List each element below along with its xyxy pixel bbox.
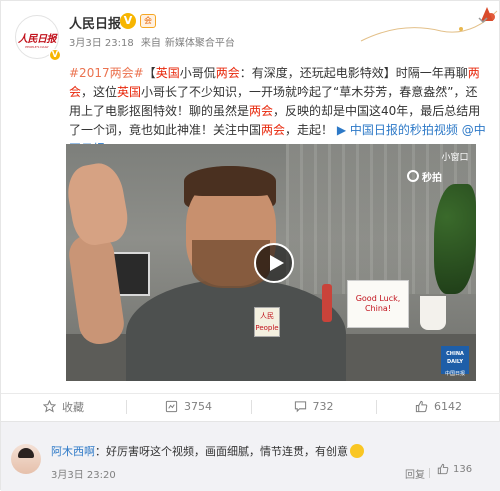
repost-button[interactable]: 3754 (126, 394, 251, 419)
video-player[interactable]: 人民 People Good Luck, China! 小窗口 秒拍 CHINA… (66, 144, 476, 381)
comment-like-count: 136 (453, 463, 473, 475)
person-body (126, 279, 346, 381)
keyword-uk: 英国 (117, 85, 142, 99)
comment-body: 阿木西啊：好厉害呀这个视频，画面细腻，情节连贯，有创意 (51, 443, 364, 459)
post-meta: 3月3日 23:18 来自 新媒体聚合平台 (69, 34, 239, 49)
reply-button[interactable]: 回复 (405, 466, 425, 481)
favorite-button[interactable]: 收藏 (1, 394, 126, 419)
comment-time: 3月3日 23:20 (51, 470, 116, 481)
video-link[interactable]: ▶ 中国日报的秒拍视频 (337, 123, 458, 137)
miaopai-ring-icon (407, 170, 419, 182)
favorite-label: 收藏 (62, 400, 84, 414)
commenter-avatar[interactable] (11, 444, 41, 474)
thumbs-up-icon (415, 400, 428, 413)
title-bracket: 【 (143, 66, 156, 80)
verified-v-icon[interactable]: V (120, 13, 136, 29)
hashtag-end: # (133, 66, 144, 80)
smile-emoji-icon (350, 444, 364, 458)
hashtag-highlight: 两会 (109, 66, 134, 80)
repost-count: 3754 (184, 400, 212, 413)
avatar-logo-text: 人民日报 (18, 33, 57, 45)
post-date[interactable]: 3月3日 23:18 (69, 38, 134, 49)
chevron-down-icon[interactable] (478, 15, 488, 25)
comment-section: 阿木西啊：好厉害呀这个视频，画面细腻，情节连贯，有创意 3月3日 23:20 回… (1, 421, 500, 491)
text-segment: ，这位 (81, 85, 118, 99)
verified-badge-icon: V (49, 49, 61, 61)
divider (429, 468, 430, 478)
author-name[interactable]: 人民日报 (69, 13, 121, 32)
repost-icon (165, 400, 178, 413)
text-segment: ，走起！ (285, 123, 334, 137)
play-button[interactable] (254, 243, 294, 283)
festive-corner-decoration (360, 7, 498, 42)
comment-like-button[interactable]: 136 (437, 463, 472, 475)
plant-image (434, 184, 476, 294)
member-level-icon[interactable]: 会 (140, 14, 156, 28)
post-source[interactable]: 新媒体聚合平台 (165, 38, 235, 49)
video-link-label: 中国日报的秒拍视频 (349, 123, 458, 137)
hashtag-part: #2017 (69, 66, 110, 80)
comment-icon (294, 401, 306, 413)
post-source-prefix: 来自 (140, 38, 161, 49)
comment-count: 732 (312, 400, 334, 413)
miaopai-logo: 秒拍 (407, 169, 473, 184)
small-window-button[interactable]: 小窗口 (438, 151, 472, 165)
keyword-uk: 英国 (155, 66, 180, 80)
comment-button[interactable]: 732 (251, 394, 376, 419)
commenter-name[interactable]: 阿木西啊 (51, 445, 95, 458)
play-icon (270, 255, 284, 271)
miaopai-label: 秒拍 (422, 172, 442, 184)
desk-sign: 人民 People (254, 307, 280, 337)
keyword-lianghui: 两会 (249, 104, 274, 118)
thumbs-up-icon (437, 463, 449, 475)
hashtag-link[interactable]: #2017两会# (69, 66, 144, 80)
keyword-lianghui: 两会 (215, 66, 240, 80)
weibo-post-card: 人民日报 PEOPLE'S DAILY V 人民日报 V 会 3月3日 23:1… (0, 0, 500, 491)
title-mid: 小哥侃 (179, 66, 216, 80)
like-count: 6142 (434, 400, 462, 413)
like-button[interactable]: 6142 (376, 394, 500, 419)
person-hair-top (184, 166, 276, 196)
avatar-logo-subtext: PEOPLE'S DAILY (25, 45, 49, 49)
star-icon (43, 400, 56, 413)
figurine (322, 284, 332, 322)
china-daily-watermark-cn: 中国日报 (444, 371, 465, 377)
title-rest: ：有深度，还玩起电影特效】时隔一年再聊 (239, 66, 468, 80)
cup-image (420, 296, 446, 330)
good-luck-sign: Good Luck, China! (347, 280, 409, 328)
keyword-lianghui: 两会 (261, 123, 286, 137)
comment-text: ：好厉害呀这个视频，画面细腻，情节连贯，有创意 (95, 445, 348, 458)
post-action-bar: 收藏 3754 732 6142 (1, 393, 500, 419)
